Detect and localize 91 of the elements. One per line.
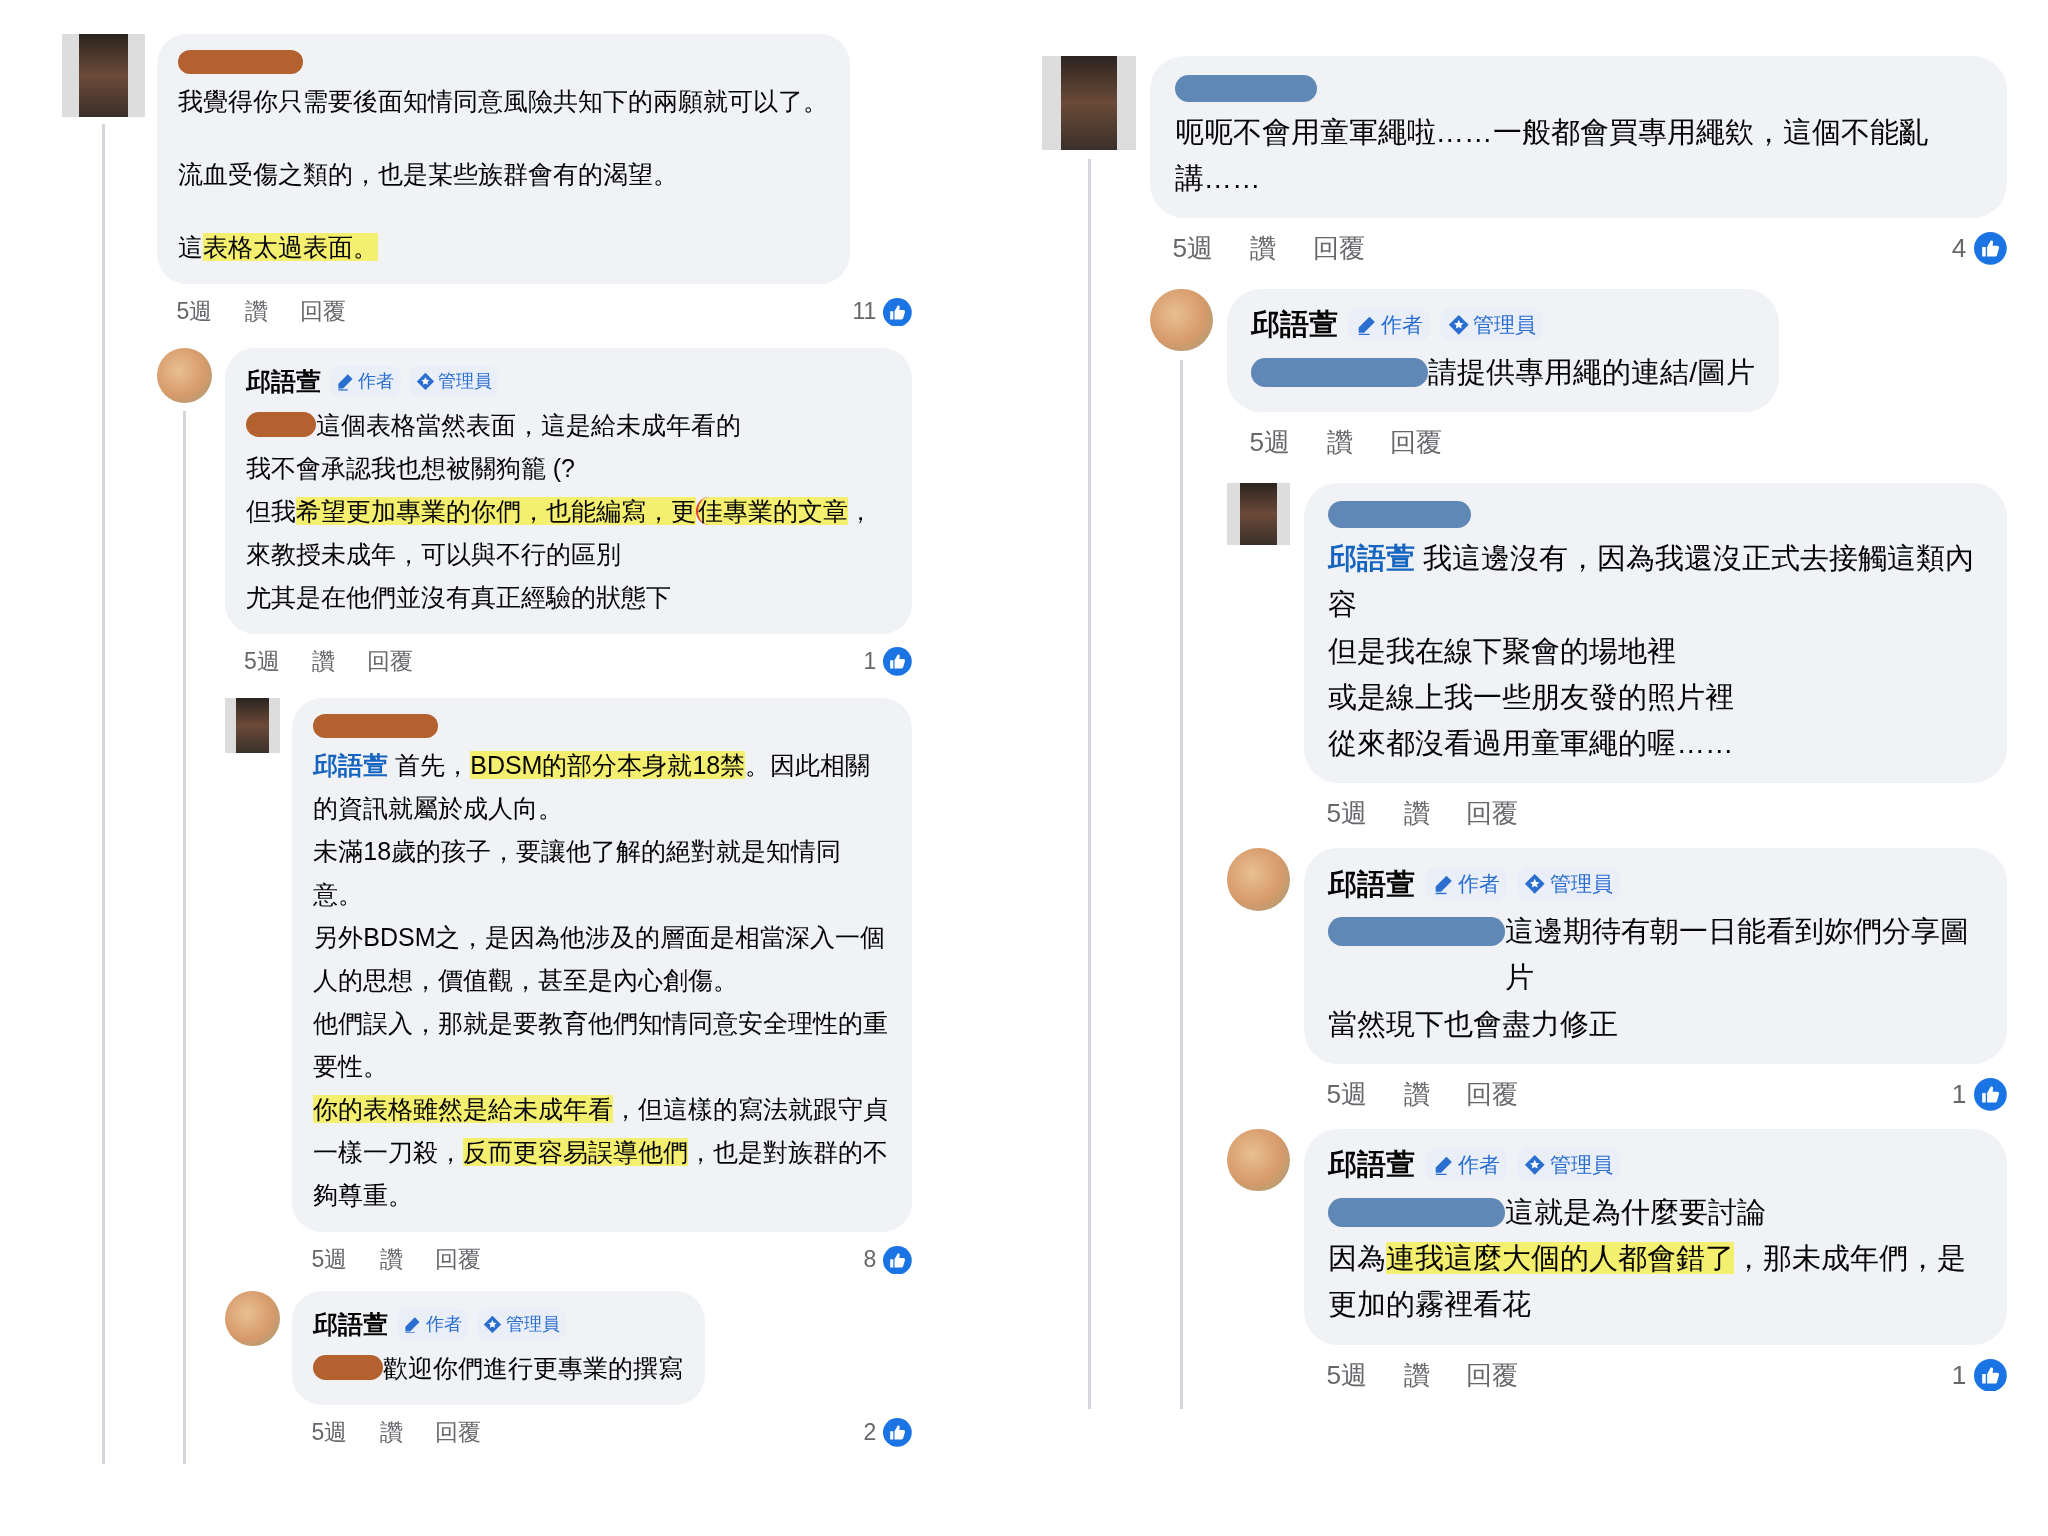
comment-text: 這就是為什麼要討論	[1505, 1195, 1768, 1230]
comment-text: 但是我在線下聚會的場地裡	[1328, 633, 1678, 669]
diamond-star-icon	[1524, 873, 1546, 895]
comment-text: 呃呃不會用童軍繩啦……一般都會買專用繩欸，這個不能亂講……	[1174, 114, 1929, 196]
reaction-count[interactable]: 1	[1951, 1353, 1967, 1397]
avatar-placeholder[interactable]	[224, 697, 280, 753]
like-icon	[1974, 1077, 2007, 1111]
avatar-circle[interactable]	[157, 348, 212, 404]
time-link[interactable]: 5週	[1326, 792, 1368, 835]
like-icon	[883, 1418, 912, 1447]
reaction-count[interactable]: 11	[852, 292, 877, 332]
role-label: 管理員	[505, 1312, 560, 1336]
comment-text: 邱語萱 我這邊沒有，因為我還沒正式去接觸這類內容	[1328, 541, 1976, 623]
reaction-count[interactable]: 1	[1951, 1073, 1967, 1116]
reply-link[interactable]: 回覆	[367, 641, 414, 682]
time-link[interactable]: 5週	[1172, 227, 1214, 270]
time-link[interactable]: 5週	[1326, 1353, 1368, 1397]
mention-link[interactable]: 邱語萱	[1328, 542, 1416, 575]
comment-text: 你的表格雖然是給未成年看，但這樣的寫法就跟守貞一樣一刀殺，反而更容易誤導他們，也是對族群的不夠尊重。	[313, 1094, 890, 1212]
time-link[interactable]: 5週	[311, 1240, 348, 1280]
comment-text: 流血受傷之類的，也是某些族群會有的渴望。	[178, 159, 680, 191]
like-link[interactable]: 讚	[379, 1412, 403, 1453]
role-label: 管理員	[1473, 311, 1537, 338]
comment-text: 我覺得你只需要後面知情同意風險共知下的兩願就可以了。	[178, 86, 829, 118]
comment-text: 我不會承認我也想被關狗籠 (?	[245, 452, 576, 484]
role-label: 作者	[1458, 1151, 1501, 1178]
comment-text: 這個表格當然表面，這是給未成年看的	[315, 409, 742, 441]
avatar-placeholder[interactable]	[1227, 482, 1290, 546]
like-link[interactable]: 讚	[244, 292, 268, 332]
avatar-placeholder[interactable]	[62, 34, 145, 117]
reply-link[interactable]: 回覆	[299, 292, 346, 332]
role-label: 管理員	[1550, 1151, 1614, 1178]
like-link[interactable]: 讚	[1403, 1353, 1430, 1397]
reply-link[interactable]: 回覆	[434, 1412, 481, 1453]
reply-link[interactable]: 回覆	[1466, 1353, 1519, 1397]
comment-text: 他們誤入，那就是要教育他們知情同意安全理性的重要性。	[313, 1008, 890, 1083]
role-label: 作者	[1381, 311, 1424, 338]
comment-text: 或是線上我一些朋友發的照片裡	[1328, 679, 1736, 715]
reply-link[interactable]: 回覆	[1389, 421, 1442, 464]
like-icon	[883, 297, 912, 327]
author-name[interactable]: 邱語萱	[245, 359, 321, 403]
role-label: 作者	[425, 1312, 462, 1336]
time-link[interactable]: 5週	[311, 1412, 348, 1453]
like-icon	[1974, 232, 2007, 265]
diamond-star-icon	[483, 1314, 502, 1334]
reply-link[interactable]: 回覆	[1466, 792, 1519, 835]
reply-link[interactable]: 回覆	[1466, 1073, 1519, 1116]
like-icon	[883, 647, 912, 677]
time-link[interactable]: 5週	[176, 292, 213, 332]
like-link[interactable]: 讚	[379, 1240, 403, 1280]
comment-text: 邱語萱 首先，BDSM的部分本身就18禁。因此相關的資訊就屬於成人向。	[313, 750, 872, 825]
role-label: 作者	[358, 369, 395, 393]
like-link[interactable]: 讚	[1326, 421, 1353, 464]
like-icon	[883, 1245, 912, 1275]
author-name[interactable]: 邱語萱	[1328, 860, 1416, 907]
like-icon	[1974, 1358, 2007, 1392]
diamond-star-icon	[1524, 1153, 1546, 1176]
comment-text: 但我希望更加專業的你們，也能編寫，更佳專業的文章，來教授未成年，可以與不行的區別	[245, 495, 874, 570]
comment-text: 歡迎你們進行更專業的撰寫	[383, 1352, 684, 1384]
like-link[interactable]: 讚	[1403, 792, 1430, 835]
comment-text: 未滿18歲的孩子，要讓他了解的絕對就是知情同意。	[313, 836, 843, 911]
mention-link[interactable]: 邱語萱	[313, 751, 389, 780]
diamond-star-icon	[1447, 313, 1470, 336]
comment-text: 請提供專用繩的連結/圖片	[1428, 354, 1756, 390]
like-link[interactable]: 讚	[312, 641, 336, 682]
comment-text: 另外BDSM之，是因為他涉及的層面是相當深入一個人的思想，價值觀，甚至是內心創傷。	[313, 922, 887, 997]
comment-text: 因為連我這麼大個的人都會錯了，那未成年們，是更加的霧裡看花	[1328, 1241, 1968, 1323]
like-link[interactable]: 讚	[1249, 227, 1276, 270]
diamond-star-icon	[415, 371, 435, 391]
role-label: 管理員	[438, 369, 493, 393]
comment-text: 尤其是在他們並沒有真正經驗的狀態下	[245, 581, 672, 613]
comment-text: 當然現下也會盡力修正	[1328, 1006, 1620, 1042]
reaction-count[interactable]: 2	[863, 1412, 877, 1453]
like-link[interactable]: 讚	[1403, 1073, 1430, 1116]
author-name[interactable]: 邱語萱	[1251, 301, 1339, 348]
time-link[interactable]: 5週	[1326, 1073, 1368, 1116]
reply-link[interactable]: 回覆	[434, 1240, 481, 1280]
reaction-count[interactable]: 1	[863, 641, 877, 682]
time-link[interactable]: 5週	[1249, 421, 1291, 464]
reply-link[interactable]: 回覆	[1312, 227, 1365, 270]
comment-text: 這表格太過表面。	[178, 232, 380, 264]
reaction-count[interactable]: 8	[863, 1240, 877, 1280]
reaction-count[interactable]: 4	[1951, 227, 1967, 270]
time-link[interactable]: 5週	[244, 641, 280, 682]
comment-text: 從來都沒看過用童軍繩的喔……	[1328, 725, 1735, 761]
role-label: 管理員	[1550, 871, 1614, 898]
role-label: 作者	[1458, 871, 1501, 898]
comment-text: 這邊期待有朝一日能看到妳們分享圖片	[1505, 914, 1971, 996]
avatar-placeholder[interactable]	[1042, 56, 1137, 151]
author-name[interactable]: 邱語萱	[313, 1302, 389, 1346]
author-name[interactable]: 邱語萱	[1328, 1141, 1416, 1188]
